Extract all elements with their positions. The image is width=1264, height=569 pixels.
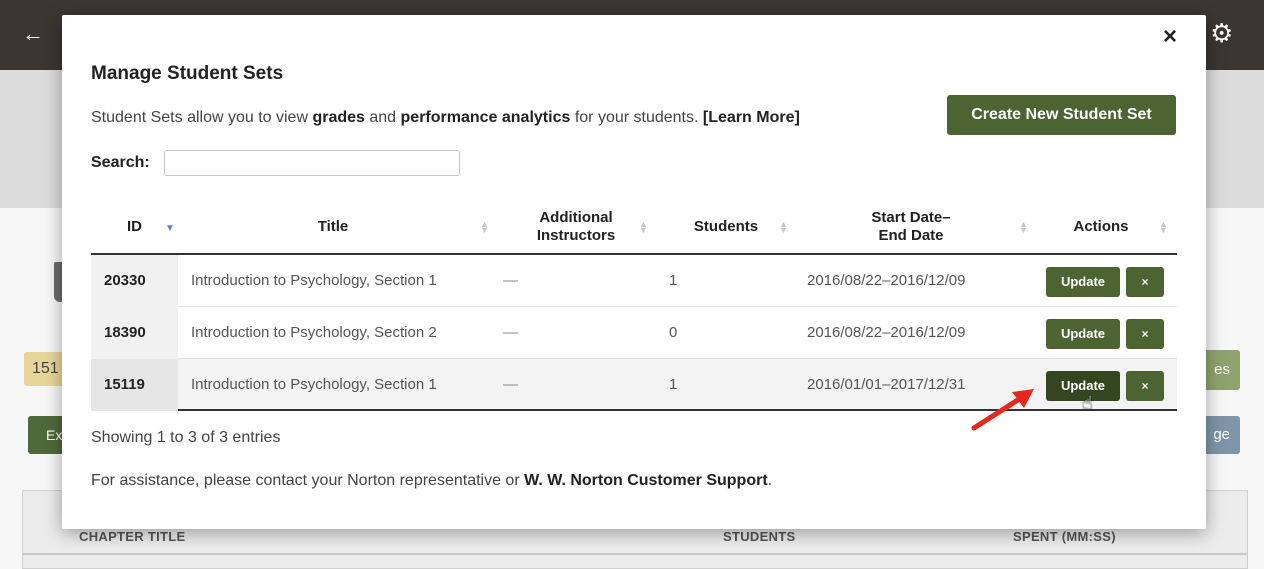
customer-support-link[interactable]: W. W. Norton Customer Support xyxy=(524,472,768,489)
row-title: Introduction to Psychology, Section 1 xyxy=(191,376,437,393)
column-header-actions[interactable]: Actions xyxy=(1051,199,1151,255)
update-button[interactable]: Update xyxy=(1046,319,1120,349)
assistance-text: For assistance, please contact your Nort… xyxy=(91,472,772,490)
row-students: 0 xyxy=(669,324,678,341)
intro-text: Student Sets allow you to view grades an… xyxy=(91,109,800,127)
hand-pointer-icon: ☝ xyxy=(1082,393,1093,413)
close-icon[interactable]: × xyxy=(1158,25,1182,49)
learn-more-link[interactable]: [Learn More] xyxy=(703,109,800,126)
assist-suffix: . xyxy=(767,472,773,489)
intro-performance-analytics: performance analytics xyxy=(400,109,571,126)
update-button[interactable]: Update xyxy=(1046,267,1120,297)
student-sets-table: ID ▼ Title ▲ ▼ Additional Instructors ▲ ▼ … xyxy=(91,199,1177,411)
gears-icon[interactable]: ⚙ xyxy=(1210,18,1233,48)
column-header-additional-instructors-label: Additional Instructors xyxy=(536,209,616,244)
column-header-actions-label: Actions xyxy=(1073,218,1129,235)
column-header-additional-instructors[interactable]: Additional Instructors xyxy=(521,199,631,255)
column-header-dates-label: Start Date– End Date xyxy=(871,209,951,244)
delete-button[interactable]: × xyxy=(1126,267,1164,297)
manage-student-sets-modal: × Manage Student Sets Student Sets allow… xyxy=(62,15,1206,529)
row-instructors: — xyxy=(503,376,518,393)
table-row: 20330 Introduction to Psychology, Sectio… xyxy=(91,255,1177,307)
column-header-students[interactable]: Students xyxy=(666,199,786,255)
table-header: ID ▼ Title ▲ ▼ Additional Instructors ▲ ▼ … xyxy=(91,199,1177,255)
row-title: Introduction to Psychology, Section 2 xyxy=(191,324,437,341)
sort-icon[interactable]: ▲ ▼ xyxy=(1159,220,1168,235)
column-header-title-label: Title xyxy=(317,218,349,235)
intro-middle: and xyxy=(364,109,401,126)
search-input[interactable] xyxy=(164,150,460,176)
create-new-student-set-button[interactable]: Create New Student Set xyxy=(947,95,1176,135)
background-column-chapter-title: CHAPTER TITLE xyxy=(79,529,186,544)
row-title: Introduction to Psychology, Section 1 xyxy=(191,272,437,289)
row-id: 15119 xyxy=(91,359,178,411)
entries-info: Showing 1 to 3 of 3 entries xyxy=(91,429,281,446)
row-students: 1 xyxy=(669,272,678,289)
row-dates: 2016/08/22–2016/12/09 xyxy=(807,272,966,289)
row-students: 1 xyxy=(669,376,678,393)
intro-suffix: for your students. xyxy=(570,109,703,126)
assist-prefix: For assistance, please contact your Nort… xyxy=(91,472,525,489)
annotation-arrow-icon xyxy=(971,389,1034,431)
intro-prefix: Student Sets allow you to view xyxy=(91,109,313,126)
row-dates: 2016/01/01–2017/12/31 xyxy=(807,376,966,393)
table-row: 18390 Introduction to Psychology, Sectio… xyxy=(91,307,1177,359)
row-instructors: — xyxy=(503,324,518,341)
column-header-students-label: Students xyxy=(693,218,759,235)
intro-grades: grades xyxy=(312,109,365,126)
sort-descending-icon[interactable]: ▼ xyxy=(165,223,175,234)
modal-title: Manage Student Sets xyxy=(91,63,284,84)
background-column-students: STUDENTS xyxy=(723,529,796,544)
background-column-spent: SPENT (MM:SS) xyxy=(1013,529,1116,544)
column-header-id-label: ID xyxy=(127,218,142,235)
column-header-title[interactable]: Title xyxy=(178,199,488,255)
arrow-left-icon[interactable]: ← xyxy=(22,22,44,46)
delete-button[interactable]: × xyxy=(1126,371,1164,401)
row-id: 18390 xyxy=(91,307,178,359)
sort-icon[interactable]: ▲ ▼ xyxy=(639,220,648,235)
row-dates: 2016/08/22–2016/12/09 xyxy=(807,324,966,341)
search-label: Search: xyxy=(91,154,150,171)
sort-icon[interactable]: ▲ ▼ xyxy=(480,220,489,235)
row-instructors: — xyxy=(503,272,518,289)
column-header-dates[interactable]: Start Date– End Date xyxy=(861,199,961,255)
sort-icon[interactable]: ▲ ▼ xyxy=(1019,220,1028,235)
sort-icon[interactable]: ▲ ▼ xyxy=(779,220,788,235)
delete-button[interactable]: × xyxy=(1126,319,1164,349)
row-id: 20330 xyxy=(91,255,178,307)
